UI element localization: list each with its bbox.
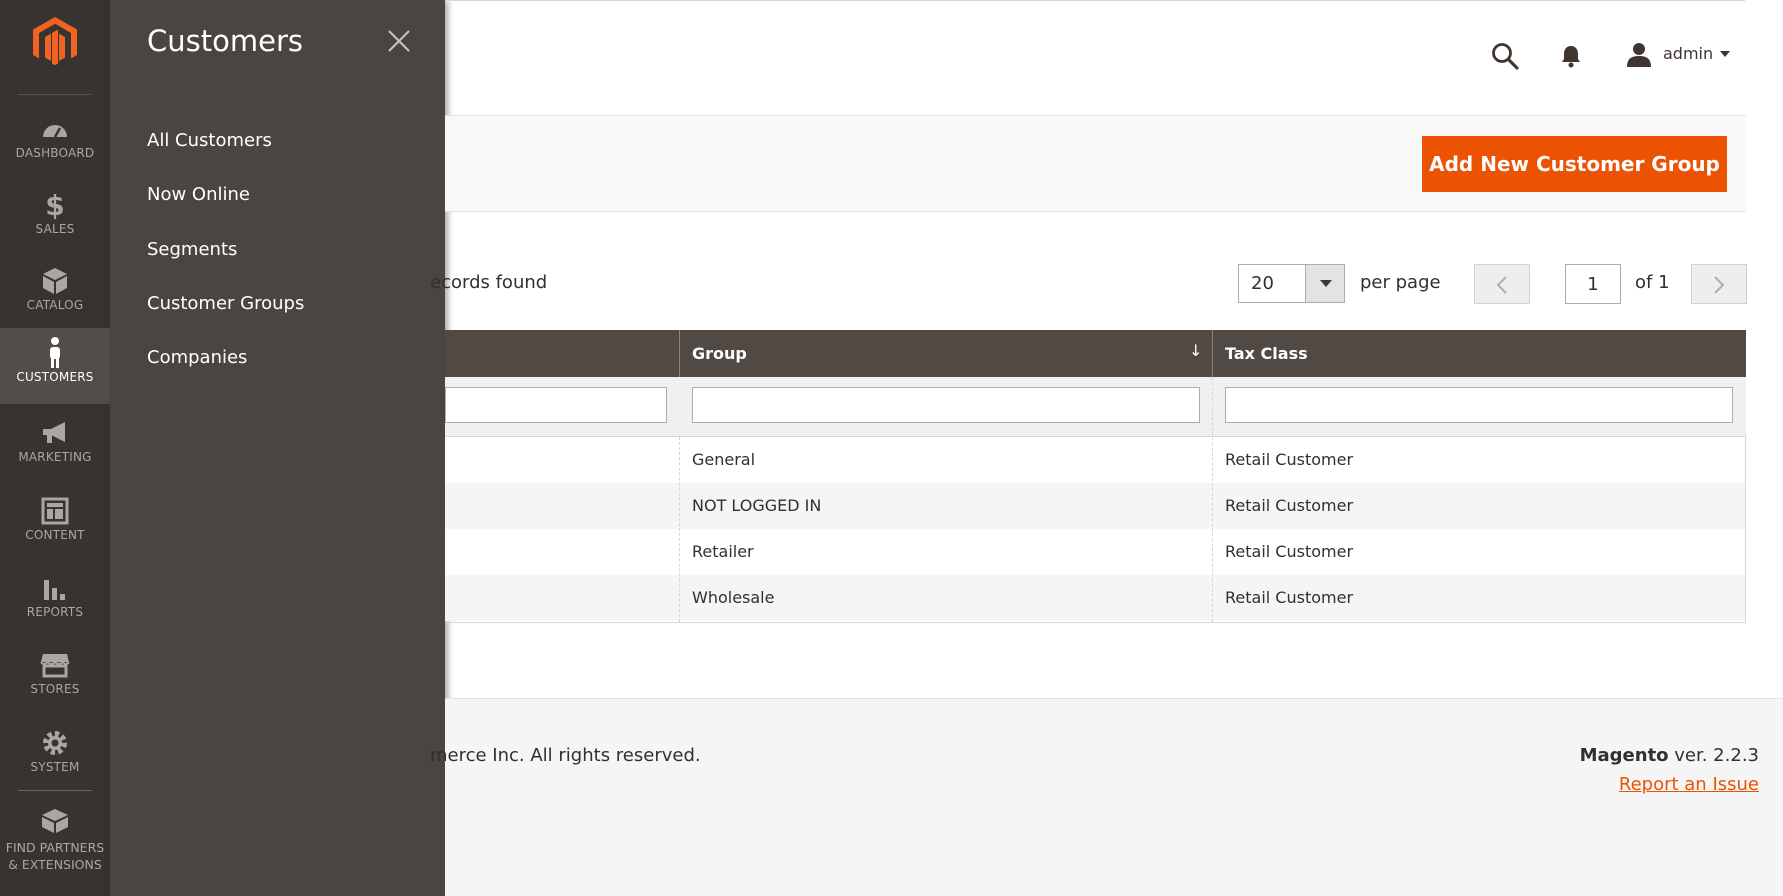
nav-item-label: STORES xyxy=(30,682,80,696)
per-page-select[interactable]: 20 xyxy=(1238,264,1345,303)
grid-border xyxy=(1745,437,1746,623)
nav-item-catalog[interactable]: CATALOG xyxy=(0,256,110,332)
chevron-left-icon xyxy=(1496,276,1507,294)
person-icon xyxy=(40,337,70,368)
filter-input-group[interactable] xyxy=(692,387,1200,423)
cell-tax-class: Retail Customer xyxy=(1225,588,1354,607)
submenu-title: Customers xyxy=(147,24,303,58)
column-divider xyxy=(679,330,680,377)
gear-icon xyxy=(40,728,70,758)
layout-icon xyxy=(40,496,70,526)
cell-group: Wholesale xyxy=(692,588,775,607)
next-page-button[interactable] xyxy=(1691,264,1747,304)
nav-item-dashboard[interactable]: DASHBOARD xyxy=(0,104,110,180)
nav-item-marketing[interactable]: MARKETING xyxy=(0,408,110,484)
table-row[interactable]: Retailer Retail Customer xyxy=(445,529,1746,575)
dashboard-icon xyxy=(40,114,70,144)
customers-submenu: Customers All Customers Now Online Segme… xyxy=(110,0,445,896)
nav-item-label: SALES xyxy=(35,222,75,236)
blocks-icon xyxy=(40,806,70,836)
page-number-input[interactable] xyxy=(1565,264,1621,304)
nav-item-label: MARKETING xyxy=(18,450,92,464)
nav-item-find-partners[interactable]: FIND PARTNERS & EXTENSIONS xyxy=(0,796,110,896)
grid-header-row: Group ↓ Tax Class xyxy=(445,330,1746,377)
per-page-value: 20 xyxy=(1251,273,1274,294)
previous-page-button[interactable] xyxy=(1474,264,1530,304)
page-total-label: of 1 xyxy=(1635,272,1670,293)
nav-item-label: CATALOG xyxy=(26,298,84,312)
user-avatar-icon[interactable] xyxy=(1626,41,1652,67)
brand-name: Magento xyxy=(1579,745,1669,766)
cell-tax-class: Retail Customer xyxy=(1225,496,1354,515)
column-header-tax-class[interactable]: Tax Class xyxy=(1225,330,1308,377)
table-row[interactable]: Wholesale Retail Customer xyxy=(445,575,1746,621)
nav-item-customers[interactable]: CUSTOMERS xyxy=(0,328,110,404)
nav-divider xyxy=(18,94,92,95)
submenu-item-segments[interactable]: Segments xyxy=(147,239,237,260)
nav-item-stores[interactable]: STORES xyxy=(0,640,110,716)
close-icon[interactable] xyxy=(385,27,413,55)
grid-filter-row xyxy=(445,377,1746,437)
nav-item-system[interactable]: SYSTEM xyxy=(0,718,110,794)
dollar-icon: $ xyxy=(45,188,65,222)
table-row[interactable]: NOT LOGGED IN Retail Customer xyxy=(445,483,1746,529)
nav-item-reports[interactable]: REPORTS xyxy=(0,563,110,639)
cell-group: NOT LOGGED IN xyxy=(692,496,822,515)
grid-border xyxy=(445,622,1746,623)
filter-input-id[interactable] xyxy=(445,387,667,423)
nav-item-content[interactable]: CONTENT xyxy=(0,486,110,562)
box-icon xyxy=(40,266,70,296)
chevron-down-icon[interactable] xyxy=(1720,51,1730,57)
copyright-text: merce Inc. All rights reserved. xyxy=(430,745,701,766)
nav-item-label: CONTENT xyxy=(25,528,85,542)
magento-logo-icon[interactable] xyxy=(31,17,79,67)
chevron-right-icon xyxy=(1714,276,1725,294)
submenu-item-all-customers[interactable]: All Customers xyxy=(147,130,272,151)
submenu-item-customer-groups[interactable]: Customer Groups xyxy=(147,293,304,314)
column-header-group[interactable]: Group xyxy=(692,330,747,377)
bar-chart-icon xyxy=(40,573,70,603)
page-footer xyxy=(445,698,1783,896)
cell-group: General xyxy=(692,450,756,469)
submenu-item-companies[interactable]: Companies xyxy=(147,347,247,368)
nav-item-label: DASHBOARD xyxy=(15,146,95,160)
per-page-label: per page xyxy=(1360,272,1441,293)
add-new-customer-group-button[interactable]: Add New Customer Group xyxy=(1422,136,1727,192)
submenu-item-now-online[interactable]: Now Online xyxy=(147,184,250,205)
report-issue-link[interactable]: Report an Issue xyxy=(1619,774,1759,795)
chevron-down-icon[interactable] xyxy=(1305,265,1344,302)
nav-item-label: SYSTEM xyxy=(30,760,80,774)
bell-icon[interactable] xyxy=(1559,44,1583,68)
cell-tax-class: Retail Customer xyxy=(1225,542,1354,561)
cell-tax-class: Retail Customer xyxy=(1225,450,1354,469)
search-icon[interactable] xyxy=(1491,42,1519,70)
version-number: ver. 2.2.3 xyxy=(1668,745,1759,766)
table-row[interactable]: General Retail Customer xyxy=(445,437,1746,483)
column-divider xyxy=(1212,330,1213,377)
sort-descending-icon[interactable]: ↓ xyxy=(1189,341,1202,360)
nav-item-label: CUSTOMERS xyxy=(16,370,94,384)
megaphone-icon xyxy=(40,418,70,448)
filter-input-tax-class[interactable] xyxy=(1225,387,1733,423)
nav-item-label: FIND PARTNERS & EXTENSIONS xyxy=(5,840,105,872)
user-menu-label[interactable]: admin xyxy=(1663,44,1713,63)
storefront-icon xyxy=(40,650,70,680)
nav-divider xyxy=(18,790,92,791)
cell-group: Retailer xyxy=(692,542,754,561)
version-text: Magento ver. 2.2.3 xyxy=(1580,745,1759,766)
admin-sidebar: DASHBOARD $ SALES CATALOG CUSTOMERS MARK… xyxy=(0,0,110,896)
column-divider xyxy=(679,437,680,622)
nav-item-label: REPORTS xyxy=(26,605,84,619)
nav-item-sales[interactable]: $ SALES xyxy=(0,180,110,256)
header-border xyxy=(445,0,1745,1)
records-found-text: ecords found xyxy=(430,272,548,293)
column-divider xyxy=(1212,377,1213,622)
